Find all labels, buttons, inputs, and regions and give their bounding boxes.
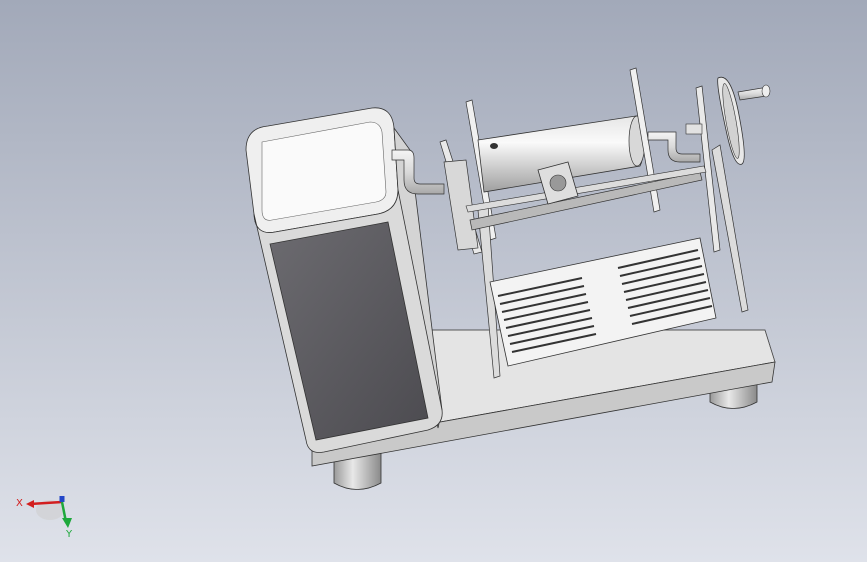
cad-scene[interactable]: X Y [0, 0, 867, 562]
x-axis-label: X [16, 498, 23, 509]
y-axis-label: Y [65, 529, 73, 540]
cad-viewport[interactable]: X Y [0, 0, 867, 562]
